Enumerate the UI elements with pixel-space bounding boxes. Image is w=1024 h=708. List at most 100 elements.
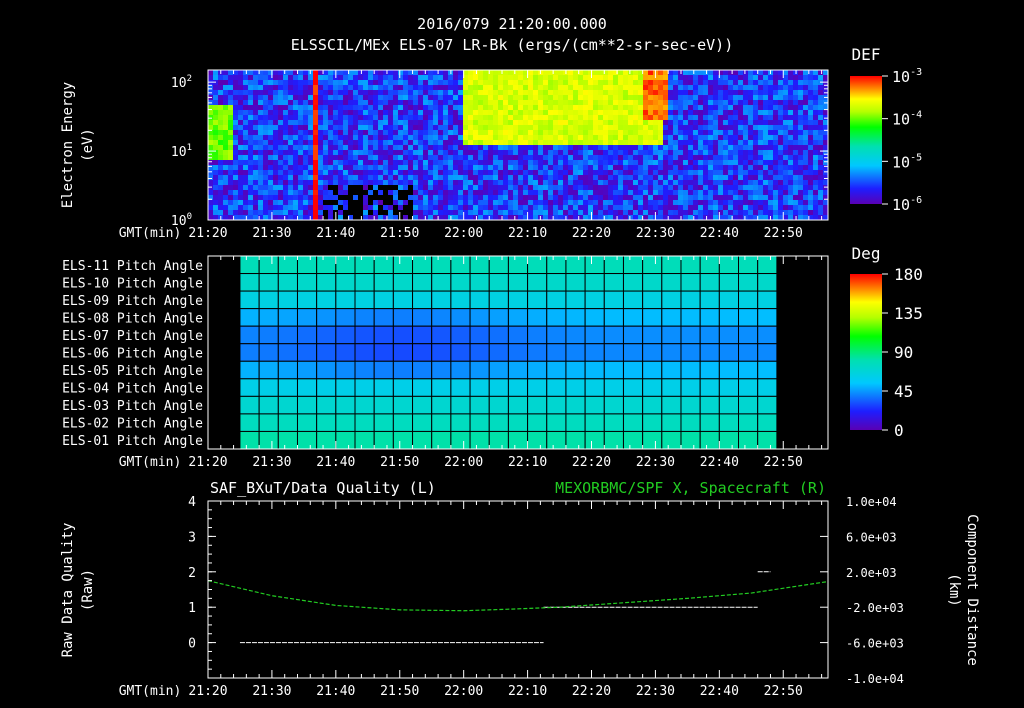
spectrogram-cell	[318, 140, 323, 145]
pitch-angle-cell	[239, 395, 260, 415]
spectrogram-cell	[558, 165, 563, 170]
spectrogram-cell	[613, 130, 618, 135]
spectrogram-cell	[458, 130, 463, 135]
spectrogram-cell	[603, 190, 608, 195]
spectrogram-cell	[238, 105, 243, 110]
spectrogram-cell	[728, 95, 733, 100]
spectrogram-cell	[453, 110, 458, 115]
spectrogram-cell	[213, 85, 218, 90]
spectrogram-cell	[413, 170, 418, 175]
spectrogram-cell	[748, 155, 753, 160]
spectrogram-cell	[308, 195, 313, 200]
spectrogram-cell	[323, 95, 328, 100]
spectrogram-cell	[283, 120, 288, 125]
spectrogram-cell	[768, 180, 773, 185]
spectrogram-cell	[458, 190, 463, 195]
spectrogram-cell	[658, 175, 663, 180]
spectrogram-cell	[753, 115, 758, 120]
spectrogram-cell	[218, 75, 223, 80]
spectrogram-cell	[218, 185, 223, 190]
spectrogram-cell	[363, 115, 368, 120]
spectrogram-cell	[453, 70, 458, 75]
spectrogram-cell	[583, 185, 588, 190]
spectrogram-cell	[713, 180, 718, 185]
spectrogram-cell	[763, 110, 768, 115]
spectrogram-cell	[533, 200, 538, 205]
spectrogram-cell	[568, 90, 573, 95]
spectrogram-cell	[498, 100, 503, 105]
spectrogram-cell	[508, 175, 513, 180]
spectrogram-cell	[228, 155, 233, 160]
spectrogram-cell	[803, 85, 808, 90]
spectrogram-cell	[728, 165, 733, 170]
spectrogram-cell	[213, 130, 218, 135]
spectrogram-cell	[528, 175, 533, 180]
spectrogram-cell	[253, 205, 258, 210]
spectrogram-cell	[593, 185, 598, 190]
spectrogram-cell	[733, 75, 738, 80]
pitch-angle-cell	[757, 290, 778, 310]
spectrogram-cell	[343, 145, 348, 150]
spectrogram-cell	[733, 125, 738, 130]
spectrogram-cell	[578, 185, 583, 190]
spectrogram-cell	[308, 155, 313, 160]
spectrogram-cell	[383, 85, 388, 90]
spectrogram-cell	[573, 170, 578, 175]
spectrogram-cell	[738, 80, 743, 85]
spectrogram-cell	[733, 195, 738, 200]
spectrogram-cell	[758, 195, 763, 200]
spectrogram-cell	[458, 75, 463, 80]
spectrogram-cell	[723, 130, 728, 135]
spectrogram-cell	[733, 145, 738, 150]
spectrogram-cell	[683, 190, 688, 195]
spectrogram-cell	[568, 200, 573, 205]
spectrogram-cell	[463, 155, 468, 160]
spectrogram-cell	[708, 75, 713, 80]
spectrogram-cell	[788, 180, 793, 185]
pitch-angle-cell	[757, 378, 778, 397]
spectrogram-cell	[538, 95, 543, 100]
spectrogram-cell	[758, 210, 763, 215]
spectrogram-cell	[638, 185, 643, 190]
spectrogram-cell	[783, 140, 788, 145]
spectrogram-cell	[558, 120, 563, 125]
spectrogram-cell	[728, 170, 733, 175]
spectrogram-cell	[453, 75, 458, 80]
spectrogram-cell	[618, 190, 623, 195]
spectrogram-cell	[743, 150, 748, 155]
spectrogram-cell	[713, 85, 718, 90]
spectrogram-cell	[623, 105, 628, 110]
spectrogram-cell	[213, 180, 218, 185]
spectrogram-cell	[298, 130, 303, 135]
spectrogram-cell	[663, 165, 668, 170]
spectrogram-cell	[598, 125, 603, 130]
spectrogram-cell	[283, 140, 288, 145]
spectrogram-cell	[413, 215, 418, 220]
spectrogram-cell	[363, 125, 368, 130]
spectrogram-cell	[538, 105, 543, 110]
spectrogram-cell	[753, 100, 758, 105]
spectrogram-cell	[613, 200, 618, 205]
pitch-angle-cell	[642, 360, 663, 380]
spectrogram-cell	[258, 210, 263, 215]
spectrogram-cell	[493, 70, 498, 75]
spectrogram-cell	[773, 70, 778, 75]
spectrogram-cell	[303, 115, 308, 120]
pitch-angle-cell	[718, 413, 740, 432]
spectrogram-cell	[753, 125, 758, 130]
spectrogram-cell	[758, 155, 763, 160]
spectrogram-cell	[428, 140, 433, 145]
pitch-angle-cell	[258, 430, 279, 450]
pitch-angle-cell	[699, 255, 720, 275]
spectrogram-cell	[508, 105, 513, 110]
spectrogram-cell	[778, 210, 783, 215]
spectrogram-cell	[523, 200, 528, 205]
spectrogram-cell	[243, 75, 248, 80]
spectrogram-cell	[433, 155, 438, 160]
spectrogram-cell	[763, 95, 768, 100]
spectrogram-cell	[533, 140, 538, 145]
spectrogram-cell	[528, 75, 533, 80]
spectrogram-cell	[653, 160, 658, 165]
pitch-angle-cell	[680, 378, 701, 397]
spectrogram-cell	[808, 115, 813, 120]
